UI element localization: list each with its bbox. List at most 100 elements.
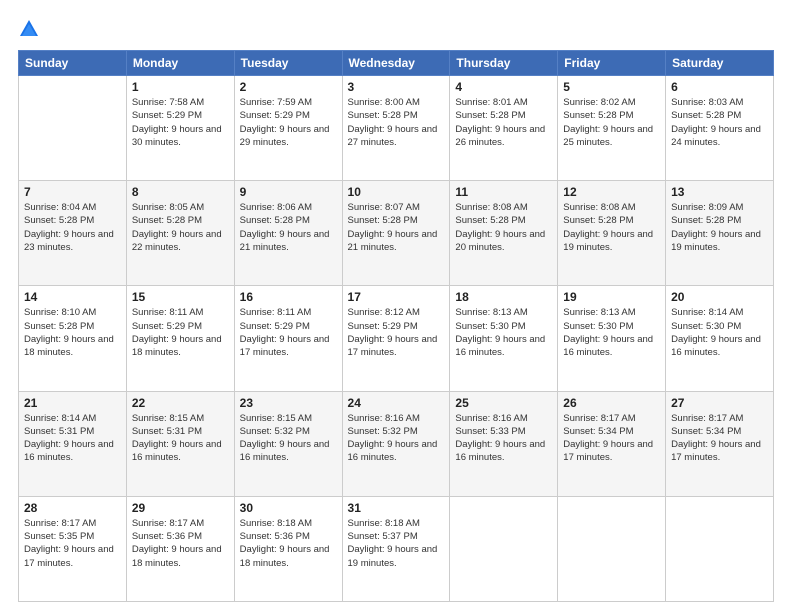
day-number: 10 — [348, 185, 445, 199]
calendar-cell: 22 Sunrise: 8:15 AMSunset: 5:31 PMDayligh… — [126, 391, 234, 496]
calendar-cell: 8 Sunrise: 8:05 AMSunset: 5:28 PMDaylight… — [126, 181, 234, 286]
week-row-3: 14Sunrise: 8:10 AMSunset: 5:28 PMDayligh… — [19, 286, 774, 391]
calendar-cell: 5 Sunrise: 8:02 AMSunset: 5:28 PMDaylight… — [558, 76, 666, 181]
weekday-header-friday: Friday — [558, 51, 666, 76]
day-info: Sunrise: 8:10 AMSunset: 5:28 PMDaylight:… — [24, 306, 121, 359]
weekday-header-wednesday: Wednesday — [342, 51, 450, 76]
calendar-cell — [450, 496, 558, 601]
day-number: 5 — [563, 80, 660, 94]
calendar-cell: 9Sunrise: 8:06 AMSunset: 5:28 PMDaylight… — [234, 181, 342, 286]
calendar-cell: 28 Sunrise: 8:17 AMSunset: 5:35 PMDayligh… — [19, 496, 127, 601]
day-info: Sunrise: 8:15 AMSunset: 5:31 PMDaylight:… — [132, 412, 229, 465]
calendar-cell: 7 Sunrise: 8:04 AMSunset: 5:28 PMDaylight… — [19, 181, 127, 286]
day-number: 8 — [132, 185, 229, 199]
day-number: 17 — [348, 290, 445, 304]
weekday-header-row: SundayMondayTuesdayWednesdayThursdayFrid… — [19, 51, 774, 76]
day-number: 31 — [348, 501, 445, 515]
day-info: Sunrise: 8:03 AMSunset: 5:28 PMDaylight:… — [671, 96, 768, 149]
calendar-cell: 13 Sunrise: 8:09 AMSunset: 5:28 PMDayligh… — [666, 181, 774, 286]
day-info: Sunrise: 7:58 AMSunset: 5:29 PMDaylight:… — [132, 96, 229, 149]
day-info: Sunrise: 8:13 AMSunset: 5:30 PMDaylight:… — [563, 306, 660, 359]
logo — [18, 18, 42, 40]
day-info: Sunrise: 8:04 AMSunset: 5:28 PMDaylight:… — [24, 201, 121, 254]
week-row-5: 28 Sunrise: 8:17 AMSunset: 5:35 PMDayligh… — [19, 496, 774, 601]
day-number: 23 — [240, 396, 337, 410]
calendar-cell: 11Sunrise: 8:08 AMSunset: 5:28 PMDayligh… — [450, 181, 558, 286]
weekday-header-tuesday: Tuesday — [234, 51, 342, 76]
day-info: Sunrise: 8:06 AMSunset: 5:28 PMDaylight:… — [240, 201, 337, 254]
day-number: 3 — [348, 80, 445, 94]
day-number: 19 — [563, 290, 660, 304]
day-number: 20 — [671, 290, 768, 304]
day-info: Sunrise: 8:08 AMSunset: 5:28 PMDaylight:… — [455, 201, 552, 254]
day-info: Sunrise: 8:14 AMSunset: 5:30 PMDaylight:… — [671, 306, 768, 359]
day-info: Sunrise: 8:12 AMSunset: 5:29 PMDaylight:… — [348, 306, 445, 359]
day-info: Sunrise: 8:01 AMSunset: 5:28 PMDaylight:… — [455, 96, 552, 149]
day-info: Sunrise: 8:16 AMSunset: 5:33 PMDaylight:… — [455, 412, 552, 465]
calendar-cell: 10 Sunrise: 8:07 AMSunset: 5:28 PMDayligh… — [342, 181, 450, 286]
calendar-table: SundayMondayTuesdayWednesdayThursdayFrid… — [18, 50, 774, 602]
day-number: 13 — [671, 185, 768, 199]
calendar-cell: 12 Sunrise: 8:08 AMSunset: 5:28 PMDayligh… — [558, 181, 666, 286]
calendar-cell — [666, 496, 774, 601]
weekday-header-monday: Monday — [126, 51, 234, 76]
calendar-cell — [19, 76, 127, 181]
day-number: 15 — [132, 290, 229, 304]
calendar-cell: 16Sunrise: 8:11 AMSunset: 5:29 PMDayligh… — [234, 286, 342, 391]
week-row-2: 7 Sunrise: 8:04 AMSunset: 5:28 PMDaylight… — [19, 181, 774, 286]
day-info: Sunrise: 7:59 AMSunset: 5:29 PMDaylight:… — [240, 96, 337, 149]
day-info: Sunrise: 8:17 AMSunset: 5:35 PMDaylight:… — [24, 517, 121, 570]
calendar-cell: 30Sunrise: 8:18 AMSunset: 5:36 PMDayligh… — [234, 496, 342, 601]
weekday-header-saturday: Saturday — [666, 51, 774, 76]
day-number: 21 — [24, 396, 121, 410]
calendar-cell — [558, 496, 666, 601]
weekday-header-thursday: Thursday — [450, 51, 558, 76]
day-info: Sunrise: 8:17 AMSunset: 5:34 PMDaylight:… — [671, 412, 768, 465]
calendar-cell: 21 Sunrise: 8:14 AMSunset: 5:31 PMDayligh… — [19, 391, 127, 496]
day-info: Sunrise: 8:13 AMSunset: 5:30 PMDaylight:… — [455, 306, 552, 359]
day-info: Sunrise: 8:05 AMSunset: 5:28 PMDaylight:… — [132, 201, 229, 254]
day-info: Sunrise: 8:08 AMSunset: 5:28 PMDaylight:… — [563, 201, 660, 254]
calendar-cell: 15 Sunrise: 8:11 AMSunset: 5:29 PMDayligh… — [126, 286, 234, 391]
calendar-cell: 31 Sunrise: 8:18 AMSunset: 5:37 PMDayligh… — [342, 496, 450, 601]
day-info: Sunrise: 8:00 AMSunset: 5:28 PMDaylight:… — [348, 96, 445, 149]
day-info: Sunrise: 8:07 AMSunset: 5:28 PMDaylight:… — [348, 201, 445, 254]
day-number: 24 — [348, 396, 445, 410]
week-row-4: 21 Sunrise: 8:14 AMSunset: 5:31 PMDayligh… — [19, 391, 774, 496]
day-number: 6 — [671, 80, 768, 94]
calendar-cell: 23 Sunrise: 8:15 AMSunset: 5:32 PMDayligh… — [234, 391, 342, 496]
day-number: 7 — [24, 185, 121, 199]
calendar-cell: 14Sunrise: 8:10 AMSunset: 5:28 PMDayligh… — [19, 286, 127, 391]
day-number: 4 — [455, 80, 552, 94]
day-number: 12 — [563, 185, 660, 199]
day-info: Sunrise: 8:15 AMSunset: 5:32 PMDaylight:… — [240, 412, 337, 465]
header — [18, 18, 774, 40]
day-info: Sunrise: 8:18 AMSunset: 5:36 PMDaylight:… — [240, 517, 337, 570]
day-info: Sunrise: 8:11 AMSunset: 5:29 PMDaylight:… — [132, 306, 229, 359]
day-number: 1 — [132, 80, 229, 94]
day-number: 25 — [455, 396, 552, 410]
weekday-header-sunday: Sunday — [19, 51, 127, 76]
calendar-cell: 2 Sunrise: 7:59 AMSunset: 5:29 PMDaylight… — [234, 76, 342, 181]
day-number: 18 — [455, 290, 552, 304]
calendar-cell: 25 Sunrise: 8:16 AMSunset: 5:33 PMDayligh… — [450, 391, 558, 496]
calendar-cell: 29 Sunrise: 8:17 AMSunset: 5:36 PMDayligh… — [126, 496, 234, 601]
day-number: 26 — [563, 396, 660, 410]
calendar-cell: 1 Sunrise: 7:58 AMSunset: 5:29 PMDaylight… — [126, 76, 234, 181]
day-info: Sunrise: 8:11 AMSunset: 5:29 PMDaylight:… — [240, 306, 337, 359]
calendar-cell: 19 Sunrise: 8:13 AMSunset: 5:30 PMDayligh… — [558, 286, 666, 391]
calendar-cell: 3 Sunrise: 8:00 AMSunset: 5:28 PMDaylight… — [342, 76, 450, 181]
day-number: 29 — [132, 501, 229, 515]
day-info: Sunrise: 8:09 AMSunset: 5:28 PMDaylight:… — [671, 201, 768, 254]
day-number: 2 — [240, 80, 337, 94]
calendar-cell: 18 Sunrise: 8:13 AMSunset: 5:30 PMDayligh… — [450, 286, 558, 391]
day-info: Sunrise: 8:02 AMSunset: 5:28 PMDaylight:… — [563, 96, 660, 149]
day-number: 22 — [132, 396, 229, 410]
day-info: Sunrise: 8:14 AMSunset: 5:31 PMDaylight:… — [24, 412, 121, 465]
day-info: Sunrise: 8:17 AMSunset: 5:36 PMDaylight:… — [132, 517, 229, 570]
calendar-cell: 27 Sunrise: 8:17 AMSunset: 5:34 PMDayligh… — [666, 391, 774, 496]
day-number: 27 — [671, 396, 768, 410]
day-number: 28 — [24, 501, 121, 515]
calendar-cell: 4 Sunrise: 8:01 AMSunset: 5:28 PMDaylight… — [450, 76, 558, 181]
day-info: Sunrise: 8:18 AMSunset: 5:37 PMDaylight:… — [348, 517, 445, 570]
